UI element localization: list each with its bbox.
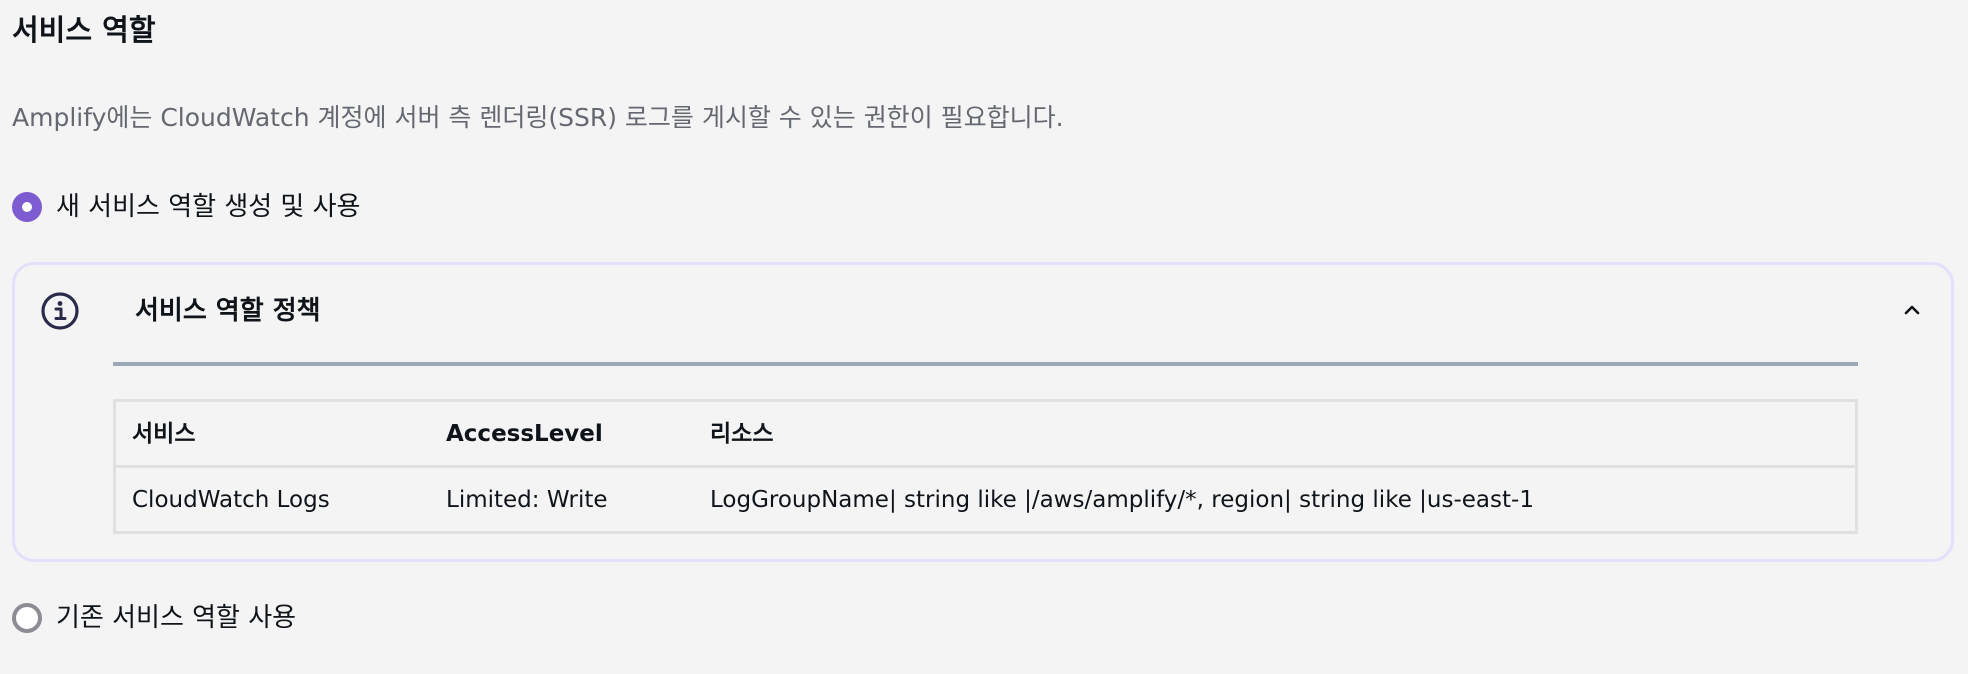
- column-header-service: 서비스: [114, 400, 430, 468]
- use-existing-role-option[interactable]: 기존 서비스 역할 사용: [12, 600, 296, 636]
- table-row: CloudWatch Logs Limited: Write LogGroupN…: [115, 467, 1857, 533]
- info-icon: [41, 292, 79, 330]
- panel-divider: [113, 362, 1858, 366]
- create-new-role-option[interactable]: 새 서비스 역할 생성 및 사용: [12, 189, 360, 225]
- policy-table: 서비스 AccessLevel 리소스 CloudWatch Logs Limi…: [113, 399, 1858, 534]
- panel-title: 서비스 역할 정책: [135, 296, 321, 326]
- collapse-toggle-button[interactable]: [1895, 293, 1929, 327]
- table-header-row: 서비스 AccessLevel 리소스: [114, 400, 1857, 468]
- radio-button-unselected[interactable]: [12, 603, 42, 633]
- chevron-up-icon: [1904, 305, 1920, 315]
- service-role-policy-panel: 서비스 역할 정책 서비스 AccessLevel 리소스 CloudWatch…: [12, 262, 1954, 562]
- section-description: Amplify에는 CloudWatch 계정에 서버 측 렌더링(SSR) 로…: [12, 103, 1064, 132]
- cell-access-level: Limited: Write: [446, 486, 608, 513]
- create-new-role-label: 새 서비스 역할 생성 및 사용: [56, 192, 361, 222]
- use-existing-role-label: 기존 서비스 역할 사용: [56, 603, 297, 633]
- cell-resource: LogGroupName| string like |/aws/amplify/…: [710, 486, 1534, 513]
- column-header-access-level: AccessLevel: [430, 400, 694, 468]
- radio-button-selected[interactable]: [12, 192, 42, 222]
- cell-service: CloudWatch Logs: [132, 486, 330, 513]
- section-title: 서비스 역할: [12, 13, 156, 47]
- column-header-resource: 리소스: [694, 400, 1857, 468]
